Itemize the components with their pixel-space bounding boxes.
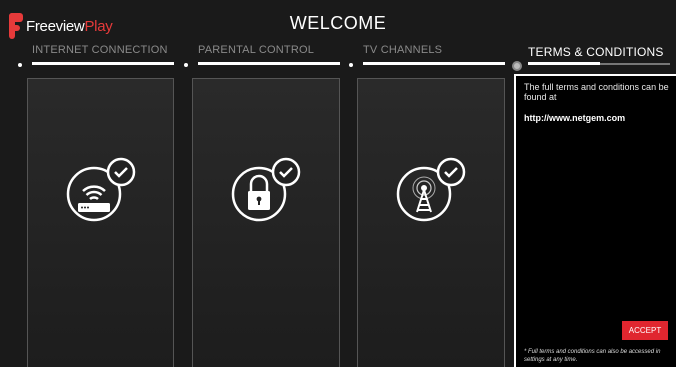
antenna-icon <box>396 157 466 222</box>
step-parental-control: PARENTAL CONTROL <box>198 44 314 74</box>
step-label: PARENTAL CONTROL <box>198 44 315 56</box>
parental-control-panel <box>192 78 340 367</box>
accept-button[interactable]: ACCEPT <box>622 321 668 340</box>
terms-panel: The full terms and conditions can be fou… <box>514 74 676 367</box>
step-progress-line <box>363 62 505 65</box>
terms-note: * Full terms and conditions can also be … <box>524 349 661 363</box>
step-progress-line <box>198 62 340 65</box>
step-dot-current <box>512 61 522 71</box>
step-dot <box>349 63 353 67</box>
internet-connection-panel <box>27 78 174 367</box>
terms-link[interactable]: http://www.netgem.com <box>524 113 625 123</box>
step-dot <box>184 63 188 67</box>
padlock-icon <box>231 157 301 222</box>
step-label: TERMS & CONDITIONS <box>528 45 664 59</box>
router-icon <box>66 157 135 222</box>
step-internet-connection: INTERNET CONNECTION <box>32 44 168 74</box>
step-label: TV CHANNELS <box>363 44 443 56</box>
step-label: INTERNET CONNECTION <box>32 44 168 56</box>
page-title: WELCOME <box>289 13 387 33</box>
step-progress-line <box>32 62 174 65</box>
step-dot <box>18 63 22 67</box>
tv-channels-panel <box>357 78 505 367</box>
step-tv-channels: TV CHANNELS <box>363 44 442 74</box>
terms-text: The full terms and conditions can be fou… <box>524 82 669 102</box>
step-progress-line-remaining <box>600 63 670 65</box>
step-progress-line-active <box>528 62 600 65</box>
step-terms-conditions: TERMS & CONDITIONS <box>528 45 664 75</box>
